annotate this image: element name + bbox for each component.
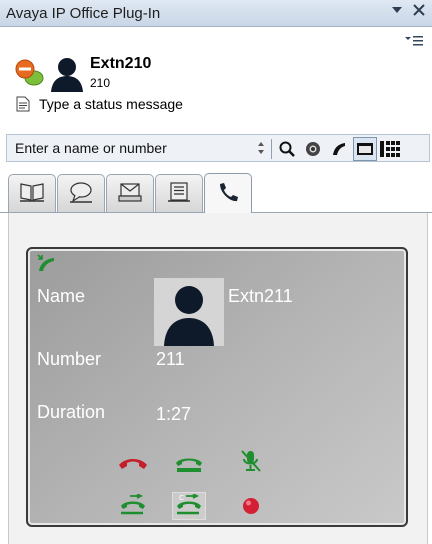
transfer-button[interactable] [116, 492, 150, 520]
phone-icon[interactable] [327, 137, 351, 161]
svg-text:C: C [179, 494, 184, 502]
tab-voicemail[interactable] [106, 174, 154, 212]
caller-avatar [154, 278, 224, 346]
voicemail-icon [117, 181, 143, 206]
tab-call-log[interactable] [155, 174, 203, 212]
hold-button[interactable] [172, 450, 206, 478]
window-title: Avaya IP Office Plug-In [6, 5, 161, 22]
window-icon[interactable] [353, 137, 377, 161]
call-duration: 1:27 [156, 404, 192, 424]
consult-transfer-button[interactable]: C [172, 492, 206, 520]
phone-icon [216, 181, 240, 208]
caller-name: Extn211 [228, 286, 293, 306]
toolbar-separator [271, 139, 272, 159]
chat-icon [68, 181, 94, 206]
number-label: Number [37, 349, 102, 369]
contacts-book-icon [19, 181, 45, 206]
presence-dnd-icon[interactable] [14, 58, 44, 88]
name-label: Name [37, 286, 86, 306]
title-bar: Avaya IP Office Plug-In [0, 0, 432, 27]
call-log-icon [166, 181, 192, 206]
duration-label: Duration [37, 402, 106, 422]
hangup-icon [117, 455, 149, 474]
search-input[interactable]: Enter a name or number [15, 140, 167, 156]
user-name: Extn210 [90, 55, 152, 72]
mute-icon [239, 448, 263, 477]
search-bar: Enter a name or number [6, 134, 430, 162]
search-icon[interactable] [275, 137, 299, 161]
consult-transfer-icon: C [174, 492, 204, 519]
tab-chat[interactable] [57, 174, 105, 212]
tab-contacts[interactable] [8, 174, 56, 212]
dialpad-icon[interactable] [379, 137, 403, 161]
transfer-icon [118, 492, 148, 519]
document-icon [15, 96, 31, 112]
menu-icon[interactable] [404, 34, 424, 48]
user-extension: 210 [90, 76, 111, 90]
chevron-down-icon[interactable] [390, 3, 404, 21]
camera-icon[interactable] [301, 137, 325, 161]
record-icon [240, 494, 262, 519]
mute-button[interactable] [234, 448, 268, 476]
record-button[interactable] [234, 492, 268, 520]
close-icon[interactable] [412, 3, 426, 21]
spinner-arrows-icon[interactable] [257, 141, 265, 158]
hangup-button[interactable] [116, 450, 150, 478]
caller-number: 211 [156, 349, 185, 369]
status-message-input[interactable]: Type a status message [39, 96, 183, 112]
avatar [48, 54, 86, 92]
hold-icon [174, 453, 204, 476]
incoming-call-icon [36, 253, 58, 276]
tab-phone[interactable] [204, 173, 252, 214]
